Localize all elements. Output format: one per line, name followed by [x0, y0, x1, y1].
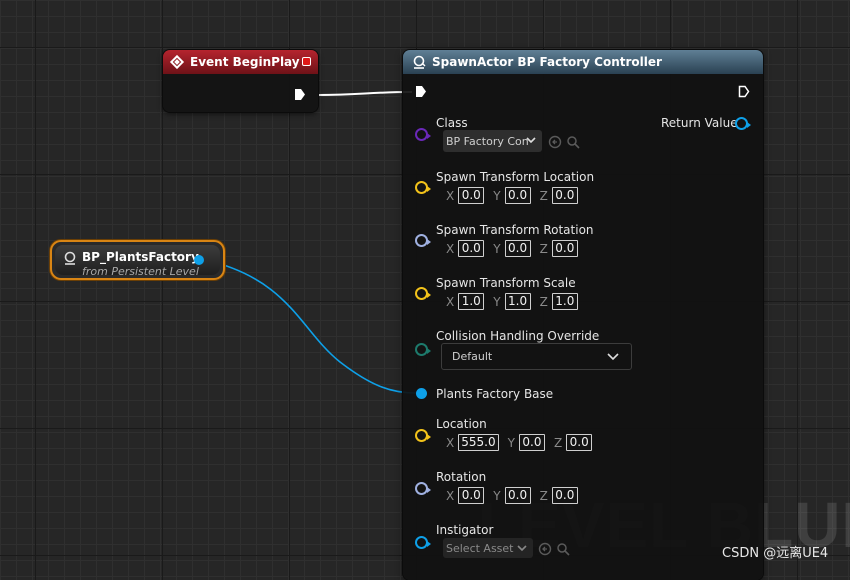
plants-factory-pin[interactable]	[416, 388, 427, 399]
use-selected-arrow-icon[interactable]	[548, 135, 562, 149]
browse-search-icon[interactable]	[566, 135, 580, 149]
location-vector: X 555.0 Y 0.0 Z 0.0	[446, 434, 601, 451]
rotation-y[interactable]: 0.0	[504, 487, 531, 504]
rotation-label: Rotation	[436, 470, 487, 484]
spawn-rotation-y[interactable]: 0.0	[504, 240, 531, 257]
spawn-exec-out-pin[interactable]	[738, 85, 750, 98]
spawn-scale-label: Spawn Transform Scale	[436, 276, 576, 290]
variable-title: BP_PlantsFactory	[82, 250, 199, 264]
spawn-node-title: SpawnActor BP Factory Controller	[432, 55, 662, 69]
spawn-scale-vector: X 1.0 Y 1.0 Z 1.0	[446, 293, 587, 310]
spawn-location-z[interactable]: 0.0	[551, 187, 578, 204]
spawn-rotation-vector: X 0.0 Y 0.0 Z 0.0	[446, 240, 587, 257]
instigator-select-value: Select Asset	[446, 541, 514, 555]
spawn-rotation-label: Spawn Transform Rotation	[436, 223, 594, 237]
event-beginplay-node[interactable]: Event BeginPlay	[163, 50, 318, 112]
delegate-pin-icon[interactable]	[302, 57, 311, 66]
spawn-scale-x[interactable]: 1.0	[458, 293, 485, 310]
spawn-location-x[interactable]: 0.0	[458, 187, 485, 204]
spawn-location-vector: X 0.0 Y 0.0 Z 0.0	[446, 187, 587, 204]
collision-dropdown[interactable]: Default	[441, 343, 632, 370]
event-diamond-icon	[169, 54, 185, 70]
instigator-label: Instigator	[436, 523, 494, 537]
csdn-credit: CSDN @远离UE4	[722, 546, 829, 561]
rotation-vector: X 0.0 Y 0.0 Z 0.0	[446, 487, 587, 504]
use-selected-arrow-icon[interactable]	[538, 542, 552, 556]
event-node-header: Event BeginPlay	[163, 50, 318, 74]
class-label: Class	[436, 116, 468, 130]
spawn-scale-y[interactable]: 1.0	[504, 293, 531, 310]
location-y[interactable]: 0.0	[518, 434, 545, 451]
spawn-location-label: Spawn Transform Location	[436, 170, 595, 184]
actor-icon	[64, 251, 76, 265]
chevron-down-icon	[607, 353, 619, 361]
object-wire	[205, 259, 417, 394]
plants-factory-label: Plants Factory Base	[436, 387, 554, 401]
location-label: Location	[436, 417, 487, 431]
spawn-scale-z[interactable]: 1.0	[551, 293, 578, 310]
class-select[interactable]: BP Factory Con	[443, 130, 542, 152]
collision-dropdown-value: Default	[452, 350, 493, 363]
spawn-location-y[interactable]: 0.0	[504, 187, 531, 204]
location-x[interactable]: 555.0	[458, 434, 499, 451]
variable-output-pin[interactable]	[194, 255, 204, 265]
return-value-label: Return Value	[661, 116, 738, 130]
spawn-icon	[413, 55, 426, 69]
event-node-title: Event BeginPlay	[190, 55, 300, 69]
spawn-node-header: SpawnActor BP Factory Controller	[403, 50, 763, 74]
class-pin[interactable]	[415, 128, 431, 141]
chevron-down-icon	[517, 545, 527, 552]
browse-search-icon[interactable]	[556, 542, 570, 556]
spawn-location-pin[interactable]	[415, 181, 431, 194]
rotation-z[interactable]: 0.0	[551, 487, 578, 504]
event-exec-out-pin[interactable]	[294, 88, 306, 101]
return-value-pin[interactable]	[735, 117, 751, 130]
rotation-x[interactable]: 0.0	[458, 487, 485, 504]
instigator-select[interactable]: Select Asset	[443, 538, 533, 558]
location-z[interactable]: 0.0	[566, 434, 593, 451]
spawn-exec-in-pin[interactable]	[415, 85, 427, 98]
spawn-rotation-x[interactable]: 0.0	[458, 240, 485, 257]
bp-plantsfactory-node[interactable]: BP_PlantsFactory from Persistent Level	[50, 240, 225, 280]
spawn-rotation-pin[interactable]	[415, 234, 431, 247]
rotation-pin[interactable]	[415, 482, 431, 495]
exec-wire	[317, 91, 413, 96]
collision-pin[interactable]	[415, 343, 431, 356]
variable-subtitle: from Persistent Level	[82, 265, 199, 278]
class-select-value: BP Factory Con	[446, 134, 529, 148]
spawn-scale-pin[interactable]	[415, 287, 431, 300]
location-pin[interactable]	[415, 429, 431, 442]
instigator-pin[interactable]	[415, 536, 431, 549]
collision-label: Collision Handling Override	[436, 329, 600, 343]
spawn-rotation-z[interactable]: 0.0	[551, 240, 578, 257]
chevron-down-icon	[526, 137, 536, 144]
